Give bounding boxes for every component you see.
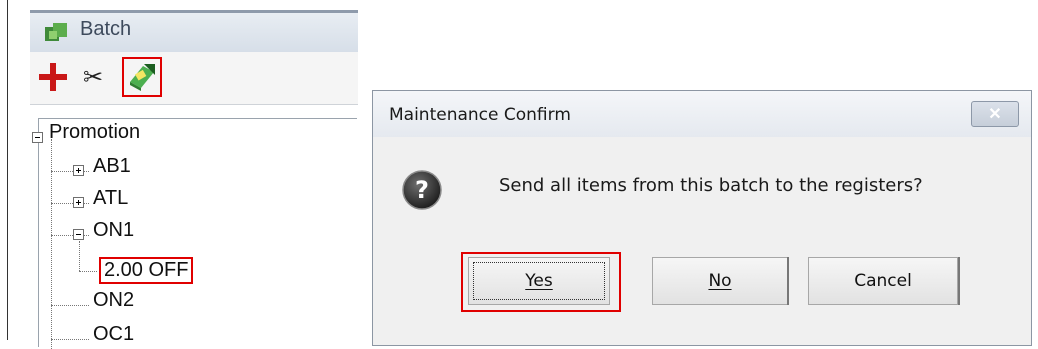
tree-connector (79, 241, 80, 271)
cut-button[interactable]: ✂ (74, 58, 112, 96)
dialog-title-bar: Maintenance Confirm ✕ (373, 91, 1031, 137)
tree-node[interactable]: OC1 (93, 323, 134, 346)
button-divider (958, 257, 960, 305)
dialog-message: Send all items from this batch to the re… (499, 175, 923, 196)
send-to-registers-icon (130, 64, 155, 91)
add-button[interactable] (34, 58, 72, 96)
button-divider (787, 257, 789, 305)
batch-panel-title: Batch (80, 18, 132, 40)
scissors-icon: ✂ (82, 63, 104, 91)
collapse-toggle[interactable] (32, 132, 43, 143)
question-icon: ? (402, 170, 442, 210)
batch-panel-header: Batch (30, 10, 358, 54)
tree-node-selected[interactable]: 2.00 OFF (99, 257, 194, 284)
yes-button[interactable]: Yes (468, 257, 610, 305)
tree-node[interactable]: ATL (93, 187, 128, 210)
batch-icon (45, 23, 67, 41)
maintenance-confirm-dialog: Maintenance Confirm ✕ ? Send all items f… (372, 90, 1032, 346)
dialog-title: Maintenance Confirm (389, 105, 571, 125)
plus-icon (39, 63, 67, 91)
batch-toolbar: ✂ (30, 52, 358, 105)
collapse-toggle[interactable] (73, 229, 84, 240)
no-button-label: No (708, 271, 732, 291)
cancel-button[interactable]: Cancel (808, 257, 958, 305)
svg-text:?: ? (415, 176, 429, 204)
tree-connector (51, 339, 89, 340)
no-button[interactable]: No (652, 257, 788, 305)
close-icon: ✕ (988, 106, 1002, 123)
tree-node[interactable]: ON2 (93, 289, 134, 312)
expand-toggle[interactable] (73, 197, 84, 208)
tree-node-promotion[interactable]: Promotion (49, 121, 140, 144)
tree-node[interactable]: ON1 (93, 219, 134, 242)
tree-connector (79, 271, 97, 272)
batch-panel: Batch ✂ Promotion AB1 ATL ON1 2.00 OFF O… (30, 10, 358, 349)
cancel-button-label: Cancel (854, 271, 912, 291)
expand-toggle[interactable] (73, 165, 84, 176)
close-button[interactable]: ✕ (971, 101, 1019, 127)
send-to-registers-button[interactable] (122, 57, 162, 97)
tree-node[interactable]: AB1 (93, 155, 131, 178)
tree-connector (51, 305, 89, 306)
left-border-line (7, 0, 8, 340)
focus-rectangle (473, 262, 605, 300)
batch-tree: Promotion AB1 ATL ON1 2.00 OFF ON2 OC1 (32, 118, 357, 349)
